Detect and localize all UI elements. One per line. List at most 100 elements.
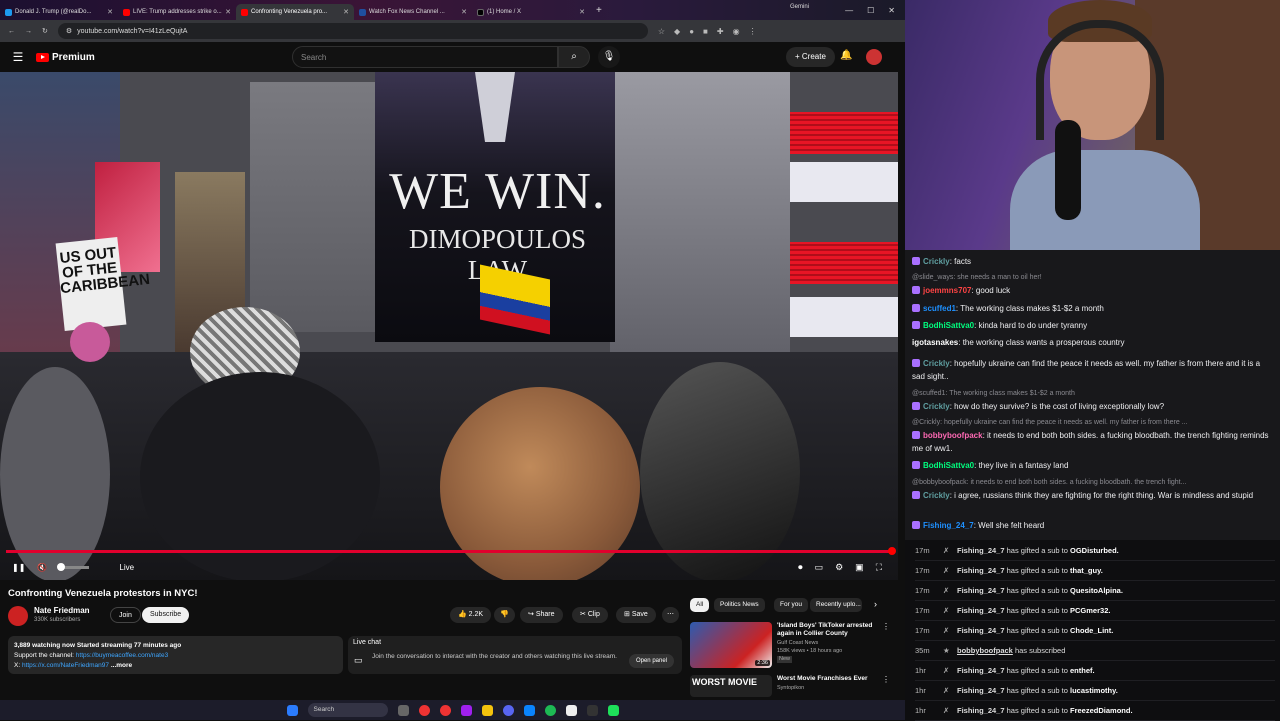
show-more-link[interactable]: ...more (111, 662, 132, 669)
chat-username[interactable]: BodhiSattva0 (923, 461, 974, 470)
chat-username[interactable]: scuffed1 (923, 304, 956, 313)
browser-tab[interactable]: LIVE: Trump addresses strike o... ✕ (118, 4, 236, 20)
search-input[interactable]: Search (292, 46, 558, 68)
progress-scrubber[interactable] (888, 547, 896, 555)
event-user[interactable]: bobbyboofpack (957, 646, 1013, 655)
share-button[interactable]: ↪ Share (520, 607, 563, 623)
reload-icon[interactable]: ↻ (42, 27, 48, 35)
open-panel-button[interactable]: Open panel (628, 654, 674, 668)
chat-username[interactable]: igotasnakes (912, 338, 958, 347)
description-link[interactable]: https://x.com/NateFriedman97 (22, 662, 109, 669)
event-target[interactable]: PCGmer32. (1070, 606, 1110, 615)
task-view-icon[interactable] (397, 704, 409, 716)
notifications-bell-icon[interactable]: 🔔 (840, 50, 852, 61)
subscribe-button[interactable]: Subscribe (142, 607, 190, 623)
close-icon[interactable]: ✕ (225, 8, 231, 16)
subtitles-icon[interactable]: ▭ (815, 562, 824, 573)
url-field[interactable]: ⚙ youtube.com/watch?v=I41zLeQujtA (57, 23, 648, 39)
event-target[interactable]: lucastimothy. (1070, 686, 1118, 695)
extension-icon[interactable]: ● (689, 27, 694, 36)
app-icon[interactable] (565, 704, 577, 716)
video-thumbnail[interactable]: WORST MOVIE (690, 675, 772, 697)
channel-name[interactable]: Nate Friedman (34, 606, 90, 615)
taskbar-search[interactable]: Search (307, 703, 388, 717)
extension-icon[interactable]: ◆ (674, 27, 680, 36)
kebab-menu-icon[interactable]: ⋮ (882, 675, 890, 684)
browser-tab[interactable]: Watch Fox News Channel ... ✕ (354, 4, 472, 20)
file-explorer-icon[interactable] (481, 704, 493, 716)
chat-username[interactable]: Crickly (923, 257, 950, 266)
save-button[interactable]: ⊞ Save (616, 607, 656, 623)
new-tab-icon[interactable]: + (596, 5, 602, 16)
close-icon[interactable]: ✕ (107, 8, 113, 16)
browser-tab-active[interactable]: Confronting Venezuela pro... ✕ (236, 4, 354, 20)
forward-icon[interactable]: → (25, 28, 32, 35)
channel-avatar[interactable] (8, 606, 28, 626)
search-icon[interactable]: ⌕ (558, 46, 590, 68)
video-player[interactable]: WE WIN. DIMOPOULOS LAW US OUT OF THE CAR… (0, 72, 898, 580)
maximize-icon[interactable]: ☐ (867, 6, 874, 15)
chrome-icon[interactable] (439, 704, 451, 716)
twitch-icon[interactable] (460, 704, 472, 716)
close-window-icon[interactable]: ✕ (888, 6, 895, 15)
event-user[interactable]: Fishing_24_7 (957, 666, 1005, 675)
chat-username[interactable]: Fishing_24_7 (923, 521, 974, 530)
profile-icon[interactable]: ◉ (733, 27, 740, 36)
windows-start-icon[interactable] (286, 704, 298, 716)
extension-icon[interactable]: ■ (703, 27, 708, 36)
fullscreen-icon[interactable]: ⛶ (876, 562, 882, 573)
event-target[interactable]: Chode_Lint. (1070, 626, 1113, 635)
like-button[interactable]: 👍 2.2K (450, 607, 492, 623)
recommended-video[interactable]: 2:36 'Island Boys' TikToker arrested aga… (690, 622, 890, 670)
app-icon[interactable] (607, 704, 619, 716)
event-target[interactable]: enthef. (1070, 666, 1095, 675)
chat-username[interactable]: Crickly (923, 359, 950, 368)
gemini-tab[interactable]: Gemini (790, 4, 809, 10)
chat-username[interactable]: bobbyboofpack (923, 431, 983, 440)
video-thumbnail[interactable]: 2:36 (690, 622, 772, 668)
volume-muted-icon[interactable]: 🔇 (37, 563, 47, 572)
event-user[interactable]: Fishing_24_7 (957, 626, 1005, 635)
chip-all[interactable]: All (690, 598, 710, 612)
volume-slider[interactable] (57, 562, 90, 571)
description-box[interactable]: 3,889 watching now Started streaming 77 … (8, 636, 343, 674)
close-icon[interactable]: ✕ (579, 8, 585, 16)
event-user[interactable]: Fishing_24_7 (957, 586, 1005, 595)
event-user[interactable]: Fishing_24_7 (957, 566, 1005, 575)
event-user[interactable]: Fishing_24_7 (957, 686, 1005, 695)
edge-icon[interactable] (523, 704, 535, 716)
description-link[interactable]: https://buymeacoffee.com/nate3 (76, 652, 168, 659)
chip-recently-uploaded[interactable]: Recently uplo... (810, 598, 862, 612)
browser-menu-icon[interactable]: ⋮ (749, 27, 757, 36)
extensions-puzzle-icon[interactable]: ✚ (717, 27, 724, 36)
event-user[interactable]: Fishing_24_7 (957, 546, 1005, 555)
pause-icon[interactable]: ❚❚ (12, 563, 25, 572)
event-user[interactable]: Fishing_24_7 (957, 606, 1005, 615)
obs-icon[interactable] (586, 704, 598, 716)
rec-title[interactable]: Worst Movie Franchises Ever (777, 675, 885, 683)
close-icon[interactable]: ✕ (343, 8, 349, 16)
browser-tab[interactable]: (1) Home / X ✕ (472, 4, 590, 20)
live-label[interactable]: Live (119, 563, 134, 572)
browser-tab[interactable]: Donald J. Trump (@realDo... ✕ (0, 4, 118, 20)
minimize-icon[interactable]: — (845, 6, 853, 15)
chat-username[interactable]: Crickly (923, 402, 950, 411)
kebab-menu-icon[interactable]: ⋮ (882, 622, 890, 631)
event-target[interactable]: OGDisturbed. (1070, 546, 1119, 555)
event-target[interactable]: QuesitoAlpina. (1070, 586, 1123, 595)
chrome-icon[interactable] (418, 704, 430, 716)
account-avatar[interactable] (866, 49, 882, 65)
chevron-right-icon[interactable]: › (874, 599, 877, 609)
hamburger-menu-icon[interactable]: ☰ (0, 50, 36, 64)
more-actions-icon[interactable]: ⋯ (662, 607, 679, 623)
discord-icon[interactable] (502, 704, 514, 716)
chip-for-you[interactable]: For you (774, 598, 809, 612)
settings-gear-icon[interactable]: ⚙ (835, 562, 843, 573)
join-button[interactable]: Join (110, 607, 141, 623)
bookmark-star-icon[interactable]: ☆ (658, 27, 665, 36)
autoplay-toggle-icon[interactable]: ⏺ (798, 562, 803, 573)
miniplayer-icon[interactable]: ▣ (855, 562, 864, 573)
event-target[interactable]: FreezedDiamond. (1070, 706, 1133, 715)
spotify-icon[interactable] (544, 704, 556, 716)
event-target[interactable]: that_guy. (1070, 566, 1103, 575)
